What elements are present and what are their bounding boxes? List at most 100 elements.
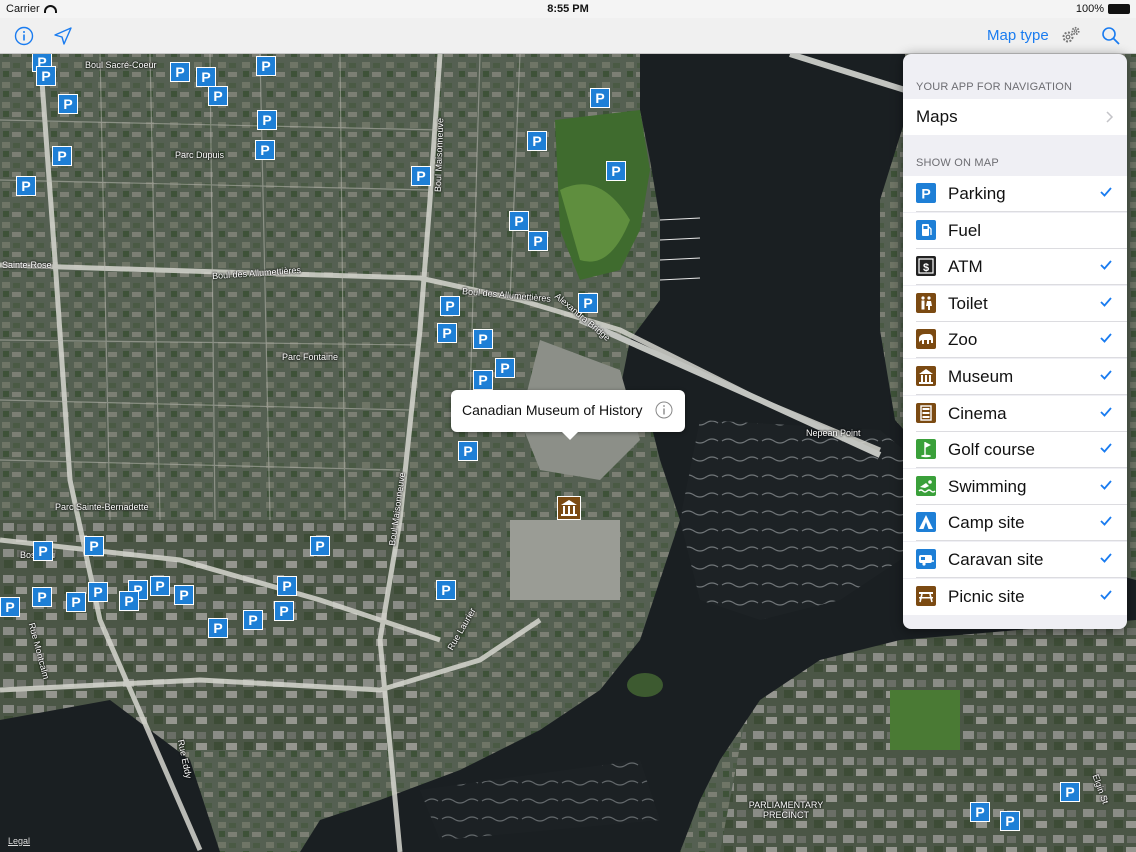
poi-row-parking[interactable]: P Parking (903, 176, 1127, 212)
place-label: PARLIAMENTARY PRECINCT (748, 800, 824, 820)
info-button[interactable] (14, 18, 34, 53)
parking-pin[interactable]: P (1000, 811, 1020, 831)
parking-pin[interactable]: P (528, 231, 548, 251)
battery-icon (1108, 4, 1130, 15)
poi-label: Golf course (948, 440, 1035, 460)
parking-icon: P (916, 183, 936, 203)
picnic-icon (916, 585, 936, 606)
poi-row-camp-site[interactable]: Camp site (903, 505, 1127, 542)
checkmark-icon (1099, 514, 1113, 528)
checkmark-icon (1099, 258, 1113, 272)
place-label: Nepean Point (806, 428, 861, 438)
parking-pin[interactable]: P (578, 293, 598, 313)
checkmark-icon (1099, 478, 1113, 492)
parking-pin[interactable]: P (255, 140, 275, 160)
battery-indicator: 100% (1076, 3, 1130, 15)
poi-row-zoo[interactable]: Zoo (903, 322, 1127, 359)
current-location-button[interactable] (53, 18, 73, 53)
parking-pin[interactable]: P (509, 211, 529, 231)
parking-pin[interactable]: P (437, 323, 457, 343)
parking-pin[interactable]: P (58, 94, 78, 114)
parking-pin[interactable]: P (277, 576, 297, 596)
settings-button[interactable] (1060, 18, 1082, 53)
parking-pin[interactable]: P (52, 146, 72, 166)
checkmark-icon (1099, 588, 1113, 602)
parking-pin[interactable]: P (440, 296, 460, 316)
parking-pin[interactable]: P (16, 176, 36, 196)
parking-pin[interactable]: P (208, 618, 228, 638)
parking-pin[interactable]: P (970, 802, 990, 822)
museum-marker[interactable] (557, 496, 581, 520)
clock: 8:55 PM (547, 3, 589, 15)
map-type-button[interactable]: Map type (987, 18, 1049, 53)
poi-row-caravan-site[interactable]: Caravan site (903, 542, 1127, 578)
park-label: Parc Fontaine (282, 352, 339, 362)
checkmark-icon (1099, 185, 1113, 199)
toolbar: Map type (0, 18, 1136, 54)
poi-row-cinema[interactable]: Cinema (903, 395, 1127, 432)
poi-label: Fuel (948, 220, 982, 240)
search-button[interactable] (1101, 18, 1121, 53)
parking-pin[interactable]: P (119, 591, 139, 611)
poi-label: Cinema (948, 403, 1007, 423)
poi-label: ATM (948, 257, 983, 277)
parking-pin[interactable]: P (458, 441, 478, 461)
poi-label: Toilet (948, 293, 988, 313)
legal-link[interactable]: Legal (8, 836, 30, 846)
parking-pin[interactable]: P (88, 582, 108, 602)
parking-pin[interactable]: P (256, 56, 276, 76)
parking-pin[interactable]: P (274, 601, 294, 621)
parking-pin[interactable]: P (32, 587, 52, 607)
parking-pin[interactable]: P (495, 358, 515, 378)
toilet-icon (916, 292, 936, 313)
checkmark-icon (1099, 405, 1113, 419)
parking-pin[interactable]: P (196, 67, 216, 87)
poi-label: Camp site (948, 513, 1025, 533)
poi-row-toilet[interactable]: Toilet (903, 285, 1127, 322)
svg-text:P: P (921, 186, 930, 202)
parking-pin[interactable]: P (208, 86, 228, 106)
parking-pin[interactable]: P (606, 161, 626, 181)
parking-pin[interactable]: P (36, 66, 56, 86)
parking-pin[interactable]: P (1060, 782, 1080, 802)
checkmark-icon (1099, 368, 1113, 382)
golf-icon (916, 439, 936, 460)
parking-pin[interactable]: P (33, 541, 53, 561)
camp-icon (916, 512, 936, 533)
parking-pin[interactable]: P (473, 329, 493, 349)
parking-pin[interactable]: P (243, 610, 263, 630)
show-on-map-section-header: SHOW ON MAP (916, 157, 999, 169)
chevron-right-icon (1106, 110, 1114, 128)
navigation-section-header: YOUR APP FOR NAVIGATION (916, 81, 1073, 93)
parking-pin[interactable]: P (150, 576, 170, 596)
svg-text:$: $ (923, 262, 929, 274)
poi-row-atm[interactable]: $ ATM (903, 249, 1127, 286)
poi-row-museum[interactable]: Museum (903, 359, 1127, 395)
parking-pin[interactable]: P (84, 536, 104, 556)
location-arrow-icon (54, 26, 72, 45)
parking-pin[interactable]: P (310, 536, 330, 556)
navigation-app-row[interactable]: Maps (903, 99, 1127, 135)
poi-row-fuel[interactable]: Fuel (903, 212, 1127, 249)
parking-pin[interactable]: P (170, 62, 190, 82)
parking-pin[interactable]: P (66, 592, 86, 612)
parking-pin[interactable]: P (436, 580, 456, 600)
status-bar: Carrier 8:55 PM 100% (0, 0, 1136, 18)
parking-pin[interactable]: P (473, 370, 493, 390)
checkmark-icon (1099, 551, 1113, 565)
poi-label: Parking (948, 184, 1006, 203)
parking-pin[interactable]: P (590, 88, 610, 108)
callout-info-button[interactable] (655, 401, 673, 419)
poi-row-swimming[interactable]: Swimming (903, 468, 1127, 505)
checkmark-icon (1099, 331, 1113, 345)
poi-row-golf-course[interactable]: Golf course (903, 432, 1127, 469)
parking-pin[interactable]: P (527, 131, 547, 151)
poi-label: Caravan site (948, 550, 1044, 569)
place-callout[interactable]: Canadian Museum of History (451, 390, 685, 440)
parking-pin[interactable]: P (411, 166, 431, 186)
parking-pin[interactable]: P (174, 585, 194, 605)
poi-row-picnic-site[interactable]: Picnic site (903, 578, 1127, 615)
parking-pin[interactable]: P (257, 110, 277, 130)
parking-pin[interactable]: P (0, 597, 20, 617)
gears-icon (1062, 26, 1080, 42)
